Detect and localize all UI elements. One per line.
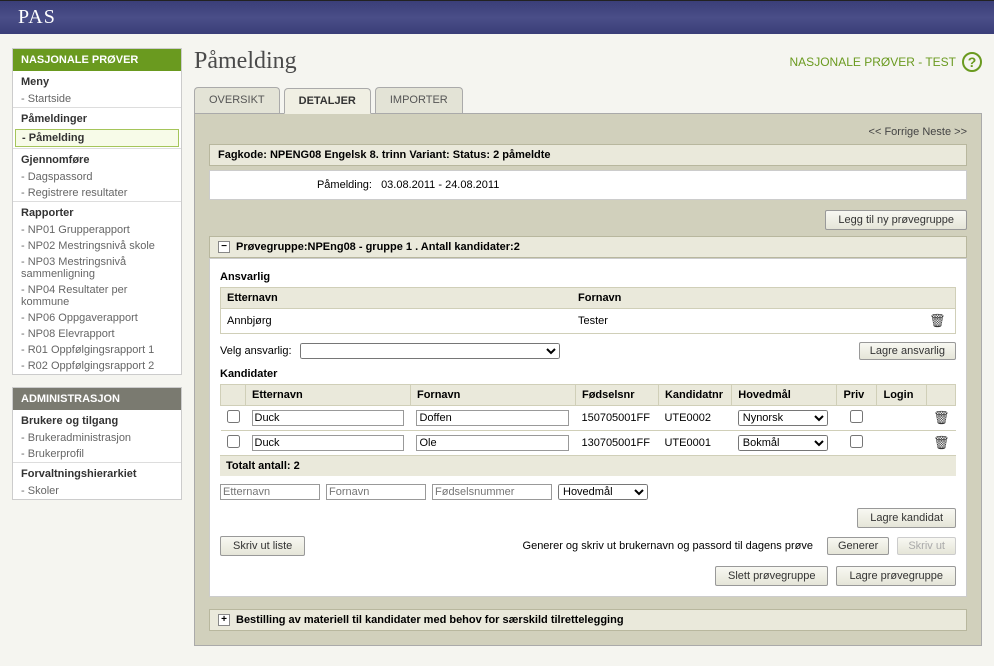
- row-knr: UTE0002: [658, 406, 731, 431]
- kandidater-title: Kandidater: [220, 368, 956, 380]
- row-hovedmal-select[interactable]: Nynorsk: [738, 410, 828, 426]
- ansvarlig-title: Ansvarlig: [220, 271, 956, 283]
- sidebar-section-brukere: Brukere og tilgang: [13, 410, 181, 430]
- sidebar: NASJONALE PRØVER Meny Startside Påmeldin…: [12, 48, 182, 646]
- row-hovedmal-select[interactable]: Bokmål: [738, 435, 828, 451]
- sidebar-header-np: NASJONALE PRØVER: [13, 49, 181, 71]
- sidebar-item-skoler[interactable]: Skoler: [13, 483, 181, 499]
- add-group-button[interactable]: Legg til ny prøvegruppe: [825, 210, 967, 230]
- sidebar-item-r02[interactable]: R02 Oppfølgingsrapport 2: [13, 358, 181, 374]
- sidebar-section-rapporter: Rapporter: [13, 201, 181, 222]
- sidebar-item-np04[interactable]: NP04 Resultater per kommune: [13, 282, 181, 310]
- generer-button[interactable]: Generer: [827, 537, 889, 555]
- trash-icon[interactable]: 🗑: [933, 435, 950, 450]
- sidebar-item-dagspassord[interactable]: Dagspassord: [13, 169, 181, 185]
- pamelding-date: 03.08.2011 - 24.08.2011: [381, 179, 499, 191]
- th-fornavn: Fornavn: [410, 385, 575, 406]
- lagre-ansvarlig-button[interactable]: Lagre ansvarlig: [859, 342, 956, 360]
- tab-oversikt[interactable]: OVERSIKT: [194, 87, 280, 113]
- ansvarlig-fornavn: Tester: [578, 315, 929, 327]
- slett-provegruppe-button[interactable]: Slett prøvegruppe: [715, 566, 828, 586]
- sidebar-section-pameldinger: Påmeldinger: [13, 107, 181, 128]
- sidebar-item-brukeradmin[interactable]: Brukeradministrasjon: [13, 430, 181, 446]
- expand-icon[interactable]: +: [218, 614, 230, 626]
- sidebar-item-r01[interactable]: R01 Oppfølgingsrapport 1: [13, 342, 181, 358]
- kandidater-table: Etternavn Fornavn Fødselsnr Kandidatnr H…: [220, 384, 956, 455]
- row-checkbox[interactable]: [227, 435, 240, 448]
- sidebar-item-brukerprofil[interactable]: Brukerprofil: [13, 446, 181, 462]
- row-fornavn-input[interactable]: [416, 435, 569, 451]
- col-etternavn: Etternavn: [227, 292, 578, 304]
- th-login: Login: [877, 385, 927, 406]
- sidebar-item-np06[interactable]: NP06 Oppgaverapport: [13, 310, 181, 326]
- tabs: OVERSIKT DETALJER IMPORTER: [194, 87, 982, 114]
- skriv-ut-liste-button[interactable]: Skriv ut liste: [220, 536, 305, 556]
- sidebar-item-np08[interactable]: NP08 Elevrapport: [13, 326, 181, 342]
- row-etternavn-input[interactable]: [252, 410, 405, 426]
- velg-ansvarlig-label: Velg ansvarlig:: [220, 345, 292, 357]
- ansvarlig-select[interactable]: [300, 343, 560, 359]
- row-fnr: 130705001FF: [575, 431, 658, 456]
- sidebar-item-np02[interactable]: NP02 Mestringsnivå skole: [13, 238, 181, 254]
- app-logo: PAS: [18, 6, 56, 29]
- fagkode-bar: Fagkode: NPENG08 Engelsk 8. trinn Varian…: [209, 144, 967, 166]
- col-fornavn: Fornavn: [578, 292, 929, 304]
- row-fornavn-input[interactable]: [416, 410, 569, 426]
- context-label: NASJONALE PRØVER - TEST: [790, 55, 956, 69]
- sidebar-item-np03[interactable]: NP03 Mestringsnivå sammenligning: [13, 254, 181, 282]
- table-row: 130705001FF UTE0001 Bokmål 🗑: [221, 431, 956, 456]
- collapse-icon[interactable]: −: [218, 241, 230, 253]
- row-priv-checkbox[interactable]: [850, 435, 863, 448]
- tab-detaljer[interactable]: DETALJER: [284, 88, 371, 114]
- page-title: Påmelding: [194, 48, 297, 75]
- th-hovedmal: Hovedmål: [732, 385, 837, 406]
- lagre-kandidat-button[interactable]: Lagre kandidat: [857, 508, 956, 528]
- sidebar-section-gjennomfore: Gjennomføre: [13, 148, 181, 169]
- lagre-provegruppe-button[interactable]: Lagre prøvegruppe: [836, 566, 956, 586]
- ansvarlig-etternavn: Annbjørg: [227, 315, 578, 327]
- th-kandidatnr: Kandidatnr: [658, 385, 731, 406]
- topbar: PAS: [0, 0, 994, 34]
- sidebar-item-registrere[interactable]: Registrere resultater: [13, 185, 181, 201]
- trash-icon[interactable]: 🗑: [929, 313, 949, 329]
- table-row: 150705001FF UTE0002 Nynorsk 🗑: [221, 406, 956, 431]
- pamelding-label: Påmelding:: [218, 179, 378, 191]
- th-etternavn: Etternavn: [246, 385, 411, 406]
- row-fnr: 150705001FF: [575, 406, 658, 431]
- row-knr: UTE0001: [658, 431, 731, 456]
- sidebar-section-meny: Meny: [13, 71, 181, 91]
- row-etternavn-input[interactable]: [252, 435, 405, 451]
- new-hovedmal-select[interactable]: Hovedmål: [558, 484, 648, 500]
- row-checkbox[interactable]: [227, 410, 240, 423]
- generer-label: Generer og skriv ut brukernavn og passor…: [313, 540, 819, 552]
- sidebar-item-np01[interactable]: NP01 Grupperapport: [13, 222, 181, 238]
- total-row: Totalt antall: 2: [220, 455, 956, 476]
- row-priv-checkbox[interactable]: [850, 410, 863, 423]
- bestilling-header: Bestilling av materiell til kandidater m…: [236, 614, 624, 626]
- th-priv: Priv: [837, 385, 877, 406]
- pager-next[interactable]: Neste >>: [922, 126, 967, 138]
- sidebar-header-admin: ADMINISTRASJON: [13, 388, 181, 410]
- pager-prev[interactable]: << Forrige: [869, 126, 920, 138]
- trash-icon[interactable]: 🗑: [933, 410, 950, 425]
- content: << Forrige Neste >> Fagkode: NPENG08 Eng…: [194, 114, 982, 646]
- sidebar-item-startside[interactable]: Startside: [13, 91, 181, 107]
- new-fodselsnr-input[interactable]: [432, 484, 552, 500]
- new-etternavn-input[interactable]: [220, 484, 320, 500]
- skriv-ut-button[interactable]: Skriv ut: [897, 537, 956, 555]
- help-icon[interactable]: ?: [962, 52, 982, 72]
- tab-importer[interactable]: IMPORTER: [375, 87, 463, 113]
- th-fodselsnr: Fødselsnr: [575, 385, 658, 406]
- sidebar-item-pamelding[interactable]: Påmelding: [15, 129, 179, 147]
- group-header: Prøvegruppe:NPEng08 - gruppe 1 . Antall …: [236, 241, 520, 253]
- sidebar-section-forvaltning: Forvaltningshierarkiet: [13, 462, 181, 483]
- new-fornavn-input[interactable]: [326, 484, 426, 500]
